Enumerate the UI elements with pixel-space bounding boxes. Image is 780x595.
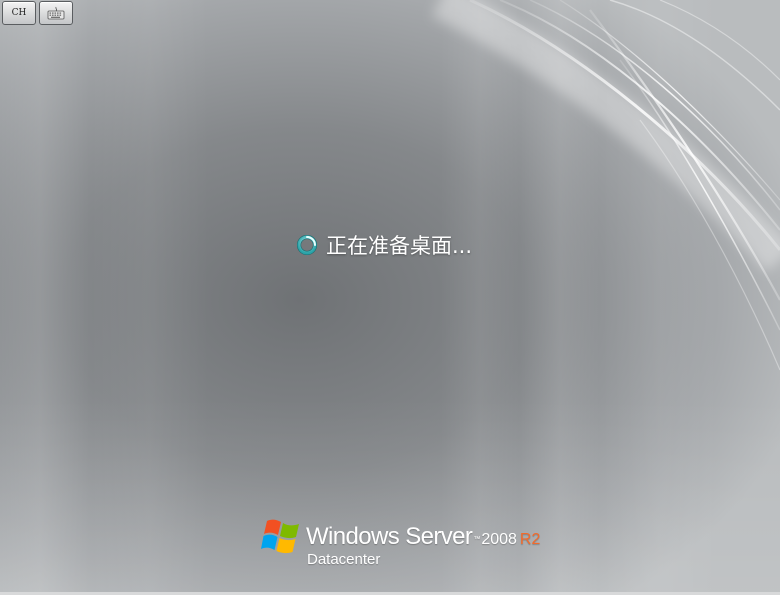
- product-name: Windows Server: [306, 523, 473, 550]
- product-release: R2: [519, 531, 541, 548]
- background-streaks: [0, 0, 780, 595]
- ime-language-label: CH: [11, 8, 27, 18]
- busy-spinner-icon: [297, 235, 317, 255]
- language-toolbar: CH: [2, 1, 73, 25]
- keyboard-icon: [47, 6, 65, 20]
- product-version: 2008: [481, 531, 517, 548]
- on-screen-keyboard-button[interactable]: [39, 1, 73, 25]
- background-swirl: [431, 0, 780, 371]
- product-edition: Datacenter: [307, 551, 381, 568]
- ime-language-button[interactable]: CH: [2, 1, 36, 25]
- status-message: 正在准备桌面...: [297, 230, 472, 260]
- status-text: 正在准备桌面...: [326, 234, 473, 258]
- product-wordmark: Windows Server ™ 2008 R2 Datacenter: [306, 517, 540, 568]
- windows-flag-icon: [261, 519, 299, 554]
- product-logo: Windows Server ™ 2008 R2 Datacenter: [261, 517, 540, 568]
- trademark-symbol: ™: [473, 536, 481, 543]
